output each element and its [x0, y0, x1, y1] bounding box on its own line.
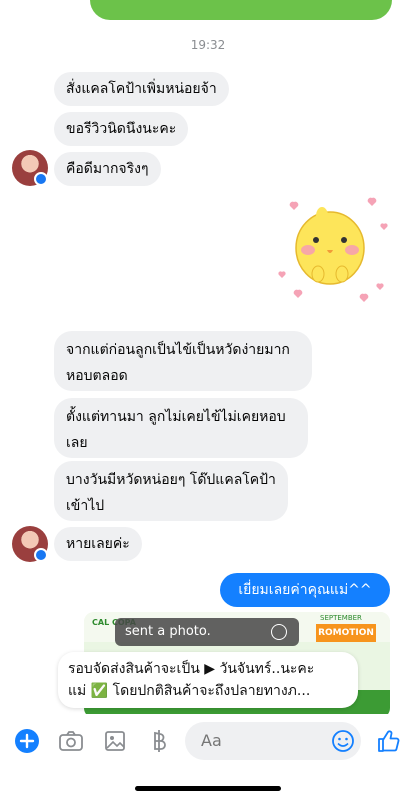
camera-icon[interactable]: [56, 726, 86, 756]
message-text: เยี่ยมเลยค่าคุณแม่^^: [238, 582, 372, 598]
composer-bar: [0, 714, 416, 770]
incoming-message[interactable]: คือดีมากจริงๆ: [54, 152, 161, 186]
message-text: เลย: [66, 435, 88, 451]
message-text: คือดีมากจริงๆ: [66, 161, 149, 177]
gallery-icon[interactable]: [100, 726, 130, 756]
timestamp: 19:32: [190, 38, 226, 52]
messenger-badge-icon: [34, 548, 48, 562]
promo-subtitle: SEPTEMBER: [320, 614, 362, 622]
message-text: หอบตลอด: [66, 368, 128, 384]
message-text: ตั้งแต่ทานมา ลูกไม่เคยไข้ไม่เคยหอบ: [66, 409, 286, 425]
chick-sticker[interactable]: [272, 190, 392, 310]
incoming-message[interactable]: สั่งแคลโคป้าเพิ่มหน่อยจ้า: [54, 72, 229, 106]
message-text: เข้าไป: [66, 498, 105, 514]
preview-line: รอบจัดส่งสินค้าจะเป็น ▶ วันจันทร์..นะคะ: [68, 661, 315, 677]
sent-photo-pill: sent a photo.: [115, 618, 299, 646]
incoming-message[interactable]: หายเลยค่ะ: [54, 527, 142, 561]
sent-photo-label: sent a photo.: [125, 624, 211, 639]
baht-icon[interactable]: [144, 726, 174, 756]
incoming-message[interactable]: ตั้งแต่ทานมา ลูกไม่เคยไข้ไม่เคยหอบ เลย: [54, 398, 308, 458]
previous-message-bubble: [90, 0, 392, 20]
message-text: ขอรีวิวนิดนึงนะคะ: [66, 121, 177, 137]
preview-line: แม่ ✅ โดยปกติสินค้าจะถึงปลายทางภ...: [68, 683, 311, 699]
chevron-down-icon: [271, 624, 287, 640]
message-text: บางวันมีหวัดหน่อยๆ โด๊ปแคลโคป้า: [66, 472, 276, 488]
incoming-message[interactable]: ขอรีวิวนิดนึงนะคะ: [54, 112, 189, 146]
home-indicator: [135, 786, 281, 791]
message-text: หายเลยค่ะ: [66, 536, 130, 552]
emoji-icon[interactable]: [328, 726, 358, 756]
plus-icon[interactable]: [12, 726, 42, 756]
messenger-badge-icon: [34, 172, 48, 186]
incoming-message[interactable]: จากแต่ก่อนลูกเป็นไข้เป็นหวัดง่ายมาก หอบต…: [54, 331, 312, 391]
message-text: จากแต่ก่อนลูกเป็นไข้เป็นหวัดง่ายมาก: [66, 342, 290, 358]
incoming-message[interactable]: บางวันมีหวัดหน่อยๆ โด๊ปแคลโคป้า เข้าไป: [54, 461, 288, 521]
like-icon[interactable]: [374, 726, 404, 756]
message-text: สั่งแคลโคป้าเพิ่มหน่อยจ้า: [66, 81, 217, 97]
promo-banner: ROMOTION: [316, 624, 376, 642]
outgoing-message[interactable]: เยี่ยมเลยค่าคุณแม่^^: [220, 573, 390, 607]
notification-preview[interactable]: รอบจัดส่งสินค้าจะเป็น ▶ วันจันทร์..นะคะ …: [58, 652, 358, 708]
